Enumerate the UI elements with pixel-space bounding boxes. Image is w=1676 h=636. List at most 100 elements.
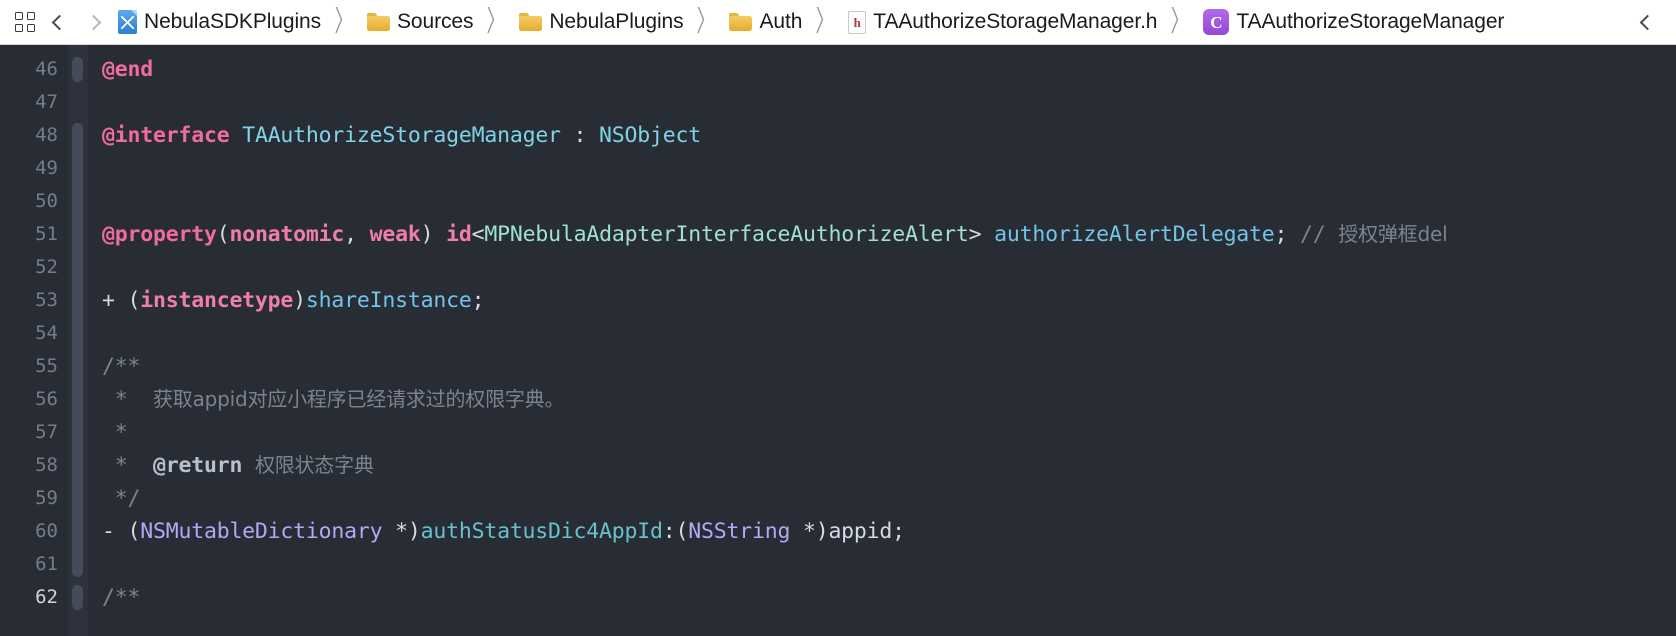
code-folding-ribbon[interactable] <box>68 45 88 636</box>
breadcrumb-label: NebulaSDKPlugins <box>144 10 322 33</box>
breadcrumb-item-symbol[interactable]: C TAAuthorizeStorageManager <box>1201 7 1506 37</box>
code-line[interactable]: @property(nonatomic, weak) id<MPNebulaAd… <box>102 218 1448 251</box>
code-token: weak <box>369 222 421 247</box>
fold-indicator[interactable] <box>72 585 83 610</box>
line-number-gutter[interactable]: 46 47 48 49 50 51 52 53 54 55 56 57 58 59 60 61 62 <box>0 45 68 636</box>
code-line[interactable]: * @return 权限状态字典 <box>102 449 374 482</box>
code-token: authorizeAlertDelegate <box>994 222 1275 247</box>
code-token: TAAuthorizeStorageManager <box>242 123 561 148</box>
editor-options-button[interactable] <box>8 5 42 39</box>
breadcrumb-item-sources[interactable]: Sources <box>365 8 475 36</box>
line-number[interactable]: 54 <box>35 317 58 350</box>
line-number[interactable]: 51 <box>35 218 58 251</box>
code-token: * <box>102 420 128 445</box>
code-token: /** <box>102 585 141 610</box>
line-number[interactable]: 59 <box>35 482 58 515</box>
code-line[interactable]: - (NSMutableDictionary *)authStatusDic4A… <box>102 515 905 548</box>
jump-bar: NebulaSDKPlugins 〉 Sources 〉 NebulaPlugi… <box>0 0 1676 45</box>
folder-icon <box>729 13 753 31</box>
code-token: *) <box>382 519 421 544</box>
breadcrumb-separator-icon: 〉 <box>1170 7 1190 37</box>
fold-indicator[interactable] <box>72 57 83 82</box>
code-token: ; <box>471 288 485 313</box>
code-token: appid <box>828 519 893 544</box>
code-token: 权限状态字典 <box>254 453 374 477</box>
line-number[interactable]: 48 <box>35 119 58 152</box>
code-token: NSObject <box>599 123 701 148</box>
line-number[interactable]: 49 <box>35 152 58 185</box>
line-number[interactable]: 57 <box>35 416 58 449</box>
code-line[interactable]: + (instancetype)shareInstance; <box>102 284 485 317</box>
navigate-back-button[interactable] <box>42 5 76 39</box>
code-token: @interface <box>102 123 230 148</box>
code-token: authStatusDic4AppId <box>420 519 663 544</box>
line-number[interactable]: 55 <box>35 350 58 383</box>
code-token: < <box>471 222 485 247</box>
code-token: @property <box>102 222 217 247</box>
code-token: 授权弹框del <box>1338 222 1448 246</box>
line-number[interactable]: 47 <box>35 86 58 119</box>
line-number[interactable]: 46 <box>35 53 58 86</box>
source-editor[interactable]: 46 47 48 49 50 51 52 53 54 55 56 57 58 59 60 61 62 @end @… <box>0 45 1676 636</box>
code-token: - ( <box>102 519 141 544</box>
code-token: , <box>344 222 370 247</box>
code-token: @return <box>152 453 243 478</box>
breadcrumb-item-nebulaplugins[interactable]: NebulaPlugins <box>517 8 685 36</box>
breadcrumb-label: TAAuthorizeStorageManager <box>1236 10 1505 33</box>
line-number[interactable]: 50 <box>35 185 58 218</box>
code-token: 获取appid对应小程序已经请求过的权限字典。 <box>152 387 565 411</box>
code-line[interactable]: * <box>102 416 128 449</box>
code-token: shareInstance <box>305 288 472 313</box>
xcode-project-icon <box>118 10 137 34</box>
line-number[interactable]: 61 <box>35 548 58 581</box>
code-content[interactable]: @end @interface TAAuthorizeStorageManager… <box>88 45 1676 636</box>
breadcrumb-item-auth[interactable]: Auth <box>727 8 804 36</box>
breadcrumb-separator-icon: 〉 <box>696 7 717 37</box>
code-token: > <box>968 222 995 247</box>
code-token: /** <box>102 354 141 379</box>
grid-icon <box>15 12 35 32</box>
line-number[interactable]: 58 <box>35 449 58 482</box>
code-token: ) <box>420 222 447 247</box>
code-line[interactable]: @interface TAAuthorizeStorageManager : N… <box>102 119 701 152</box>
line-number[interactable]: 56 <box>35 383 58 416</box>
header-file-icon: h <box>848 10 867 34</box>
breadcrumb-label: NebulaPlugins <box>549 10 684 33</box>
chevron-left-icon <box>1639 14 1655 30</box>
code-token: // <box>1287 222 1339 247</box>
code-token: id <box>446 222 472 247</box>
hide-inspector-button[interactable] <box>1630 5 1664 39</box>
folder-icon <box>519 13 543 31</box>
navigate-forward-button[interactable] <box>76 5 110 39</box>
breadcrumb-label: TAAuthorizeStorageManager.h <box>873 10 1158 33</box>
code-line[interactable]: */ <box>102 482 141 515</box>
line-number[interactable]: 53 <box>35 284 58 317</box>
code-token: */ <box>102 486 141 511</box>
breadcrumb-item-file[interactable]: h TAAuthorizeStorageManager.h <box>846 8 1159 36</box>
fold-indicator[interactable] <box>72 123 83 577</box>
breadcrumb-separator-icon: 〉 <box>334 7 354 37</box>
code-line[interactable]: /** <box>102 350 140 383</box>
class-symbol-icon: C <box>1203 9 1230 35</box>
code-token: ) <box>293 288 306 313</box>
code-token: NSString <box>688 519 791 544</box>
code-token: + ( <box>102 288 141 313</box>
code-token: MPNebulaAdapterInterfaceAuthorizeAlert <box>484 222 969 247</box>
code-token: ( <box>216 222 230 247</box>
code-token: NSMutableDictionary <box>140 519 383 544</box>
code-token: *) <box>790 519 829 544</box>
line-number[interactable]: 52 <box>35 251 58 284</box>
code-line[interactable]: /** <box>102 581 140 614</box>
breadcrumb-label: Auth <box>759 10 803 33</box>
breadcrumb-separator-icon: 〉 <box>815 7 835 37</box>
line-number[interactable]: 62 <box>35 581 58 614</box>
breadcrumb-separator-icon: 〉 <box>486 7 506 37</box>
code-token: ; <box>1274 222 1288 247</box>
code-line[interactable]: * 获取appid对应小程序已经请求过的权限字典。 <box>102 383 565 416</box>
breadcrumb-item-project[interactable]: NebulaSDKPlugins <box>116 8 323 36</box>
code-line[interactable]: @end <box>102 53 153 86</box>
code-token: @end <box>102 57 153 82</box>
line-number[interactable]: 60 <box>35 515 58 548</box>
